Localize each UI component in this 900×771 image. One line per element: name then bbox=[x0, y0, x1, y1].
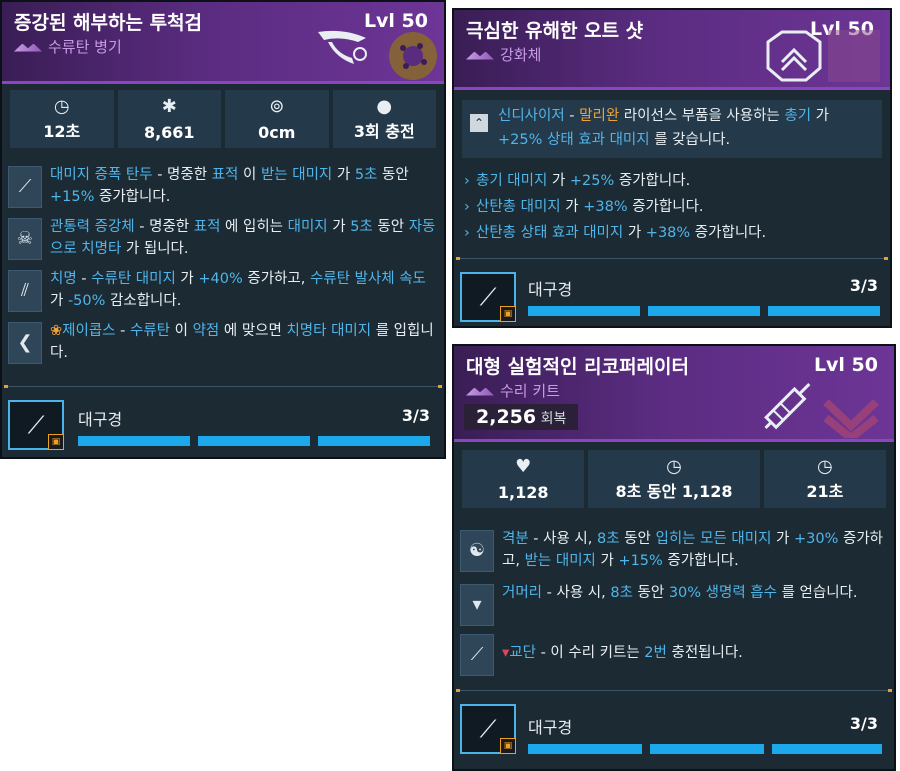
category-count: 3/3 bbox=[401, 406, 430, 425]
perk-list: ⟋ 대미지 증폭 탄두 - 명중한 표적 이 받는 대미지 가 5초 동안 +1… bbox=[2, 164, 436, 372]
heart-icon: ♥ bbox=[515, 456, 532, 477]
bonus-list: 총기 대미지 가 +25% 증가합니다. 산탄총 대미지 가 +38% 증가합니… bbox=[454, 168, 882, 246]
card-header: 극심한 유해한 오트 샷 Lvl 50 강화체 bbox=[454, 10, 890, 90]
perk-item: ☠ 관통력 증강체 - 명중한 표적 에 입히는 대미지 가 5초 동안 자동으… bbox=[2, 216, 436, 268]
item-type: 수류탄 병기 bbox=[14, 36, 122, 57]
item-type: 수리 키트 bbox=[466, 380, 560, 401]
boomerang-icon: ❮ bbox=[8, 322, 42, 364]
synergy-box: ⌃ 신디사이저 - 말리완 라이선스 부품을 사용하는 총기 가 +25% 상태… bbox=[462, 100, 882, 158]
blade-icon: ⟋ bbox=[8, 166, 42, 208]
stat-cooldown: ◷ 12초 bbox=[10, 90, 114, 148]
progress-segment bbox=[528, 306, 640, 316]
item-type: 강화체 bbox=[466, 44, 541, 65]
lock-icon: ▣ bbox=[48, 434, 64, 450]
progress-segment bbox=[318, 436, 430, 446]
category-label: 대구경 bbox=[528, 718, 573, 737]
syringes-icon: ⟋ bbox=[460, 634, 494, 676]
list-item: 총기 대미지 가 +25% 증가합니다. bbox=[454, 168, 882, 194]
category-count: 3/3 bbox=[849, 714, 878, 733]
category-badge: ⟋ ▣ bbox=[460, 272, 516, 322]
stats-row: ♥ 1,128 ◷ 8초 동안 1,128 ◷ 21초 bbox=[454, 442, 894, 508]
stats-row: ◷ 12초 ✱ 8,661 ⊚ 0cm ● 3회 충전 bbox=[2, 84, 444, 148]
fangs-icon: ▾ bbox=[460, 584, 494, 626]
timer-heal-icon: ◷ bbox=[666, 456, 682, 477]
list-item: 산탄총 대미지 가 +38% 증가합니다. bbox=[454, 194, 882, 220]
category-badge: ⟋ ▣ bbox=[460, 704, 516, 754]
rarity-icon bbox=[466, 51, 494, 60]
yin-yang-icon: ☯ bbox=[460, 530, 494, 572]
item-title: 증강된 해부하는 투척검 bbox=[14, 12, 203, 34]
perk-item: ▾ 거머리 - 사용 시, 8초 동안 30% 생명력 흡수 를 얻습니다. bbox=[454, 582, 886, 632]
lock-icon: ▣ bbox=[500, 738, 516, 754]
category-label: 대구경 bbox=[78, 410, 123, 429]
stat-radius: ⊚ 0cm bbox=[225, 90, 329, 148]
heal-amount: 2,256 회복 bbox=[464, 404, 579, 430]
perk-item: ⟋ 대미지 증폭 탄두 - 명중한 표적 이 받는 대미지 가 5초 동안 +1… bbox=[2, 164, 436, 216]
stat-charges: ● 3회 충전 bbox=[332, 90, 436, 148]
perk-list: ☯ 격분 - 사용 시, 8초 동안 입히는 모든 대미지 가 +30% 증가하… bbox=[454, 528, 886, 692]
progress-segment bbox=[772, 744, 882, 754]
manufacturer-icon: ❀ bbox=[50, 323, 63, 339]
card-grenade: 증강된 해부하는 투척검 Lvl 50 수류탄 병기 ◷ 12초 ✱ 8,661 ⊚… bbox=[0, 0, 446, 459]
card-enhancement: 극심한 유해한 오트 샷 Lvl 50 강화체 ⌃ 신디사이저 - 말리완 라이… bbox=[452, 8, 892, 328]
rarity-icon bbox=[466, 387, 494, 396]
perk-item: ☯ 격분 - 사용 시, 8초 동안 입히는 모든 대미지 가 +30% 증가하… bbox=[454, 528, 886, 582]
syringe-emblem-icon bbox=[764, 383, 879, 438]
throwing-knife-icon bbox=[318, 30, 367, 64]
category-badge: ⟋ ▣ bbox=[8, 400, 64, 450]
progress-segment bbox=[528, 744, 642, 754]
divider bbox=[456, 257, 888, 260]
progress-segment bbox=[768, 306, 880, 316]
perk-item: ⫽ 치명 - 수류탄 대미지 가 +40% 증가하고, 수류탄 발사체 속도 가… bbox=[2, 268, 436, 320]
card-header: 증강된 해부하는 투척검 Lvl 50 수류탄 병기 bbox=[2, 2, 444, 84]
bug-damage-icon: ✱ bbox=[161, 96, 177, 117]
perk-item: ❮ ❀제이콥스 - 수류탄 이 약점 에 맞으면 치명타 대미지 를 입힙니다. bbox=[2, 320, 436, 372]
progress-segment bbox=[650, 744, 764, 754]
synergy-icon: ⌃ bbox=[470, 114, 488, 132]
card-repair-kit: 대형 실험적인 리코퍼레이터 Lvl 50 수리 키트 2,256 회복 ♥ 1,… bbox=[452, 344, 896, 771]
divider bbox=[4, 385, 442, 388]
item-title: 극심한 유해한 오트 샷 bbox=[466, 20, 644, 42]
twin-blades-icon: ⫽ bbox=[8, 270, 42, 312]
stat-heal-over-time: ◷ 8초 동안 1,128 bbox=[588, 450, 760, 508]
category-count: 3/3 bbox=[849, 276, 878, 295]
radius-icon: ⊚ bbox=[269, 96, 285, 117]
stat-cooldown: ◷ 21초 bbox=[763, 450, 887, 508]
card-header: 대형 실험적인 리코퍼레이터 Lvl 50 수리 키트 2,256 회복 bbox=[454, 346, 894, 442]
perk-item: ⟋ ▾교단 - 이 수리 키트는 2번 충전됩니다. bbox=[454, 632, 886, 692]
lock-icon: ▣ bbox=[500, 306, 516, 322]
stopwatch-icon: ◷ bbox=[816, 456, 833, 477]
divider bbox=[456, 689, 892, 692]
progress-segment bbox=[198, 436, 310, 446]
category-label: 대구경 bbox=[528, 280, 573, 299]
progress-segment bbox=[648, 306, 760, 316]
rarity-icon bbox=[14, 43, 42, 52]
enhancement-emblem-icon bbox=[766, 30, 880, 82]
stat-damage: ✱ 8,661 bbox=[117, 90, 221, 148]
stopwatch-icon: ◷ bbox=[53, 96, 70, 117]
skull-icon: ☠ bbox=[8, 218, 42, 260]
stat-healing: ♥ 1,128 bbox=[462, 450, 585, 508]
item-title: 대형 실험적인 리코퍼레이터 bbox=[466, 356, 689, 378]
list-item: 산탄총 상태 효과 대미지 가 +38% 증가합니다. bbox=[454, 220, 882, 246]
grenade-icon: ● bbox=[376, 96, 393, 117]
progress-segment bbox=[78, 436, 190, 446]
